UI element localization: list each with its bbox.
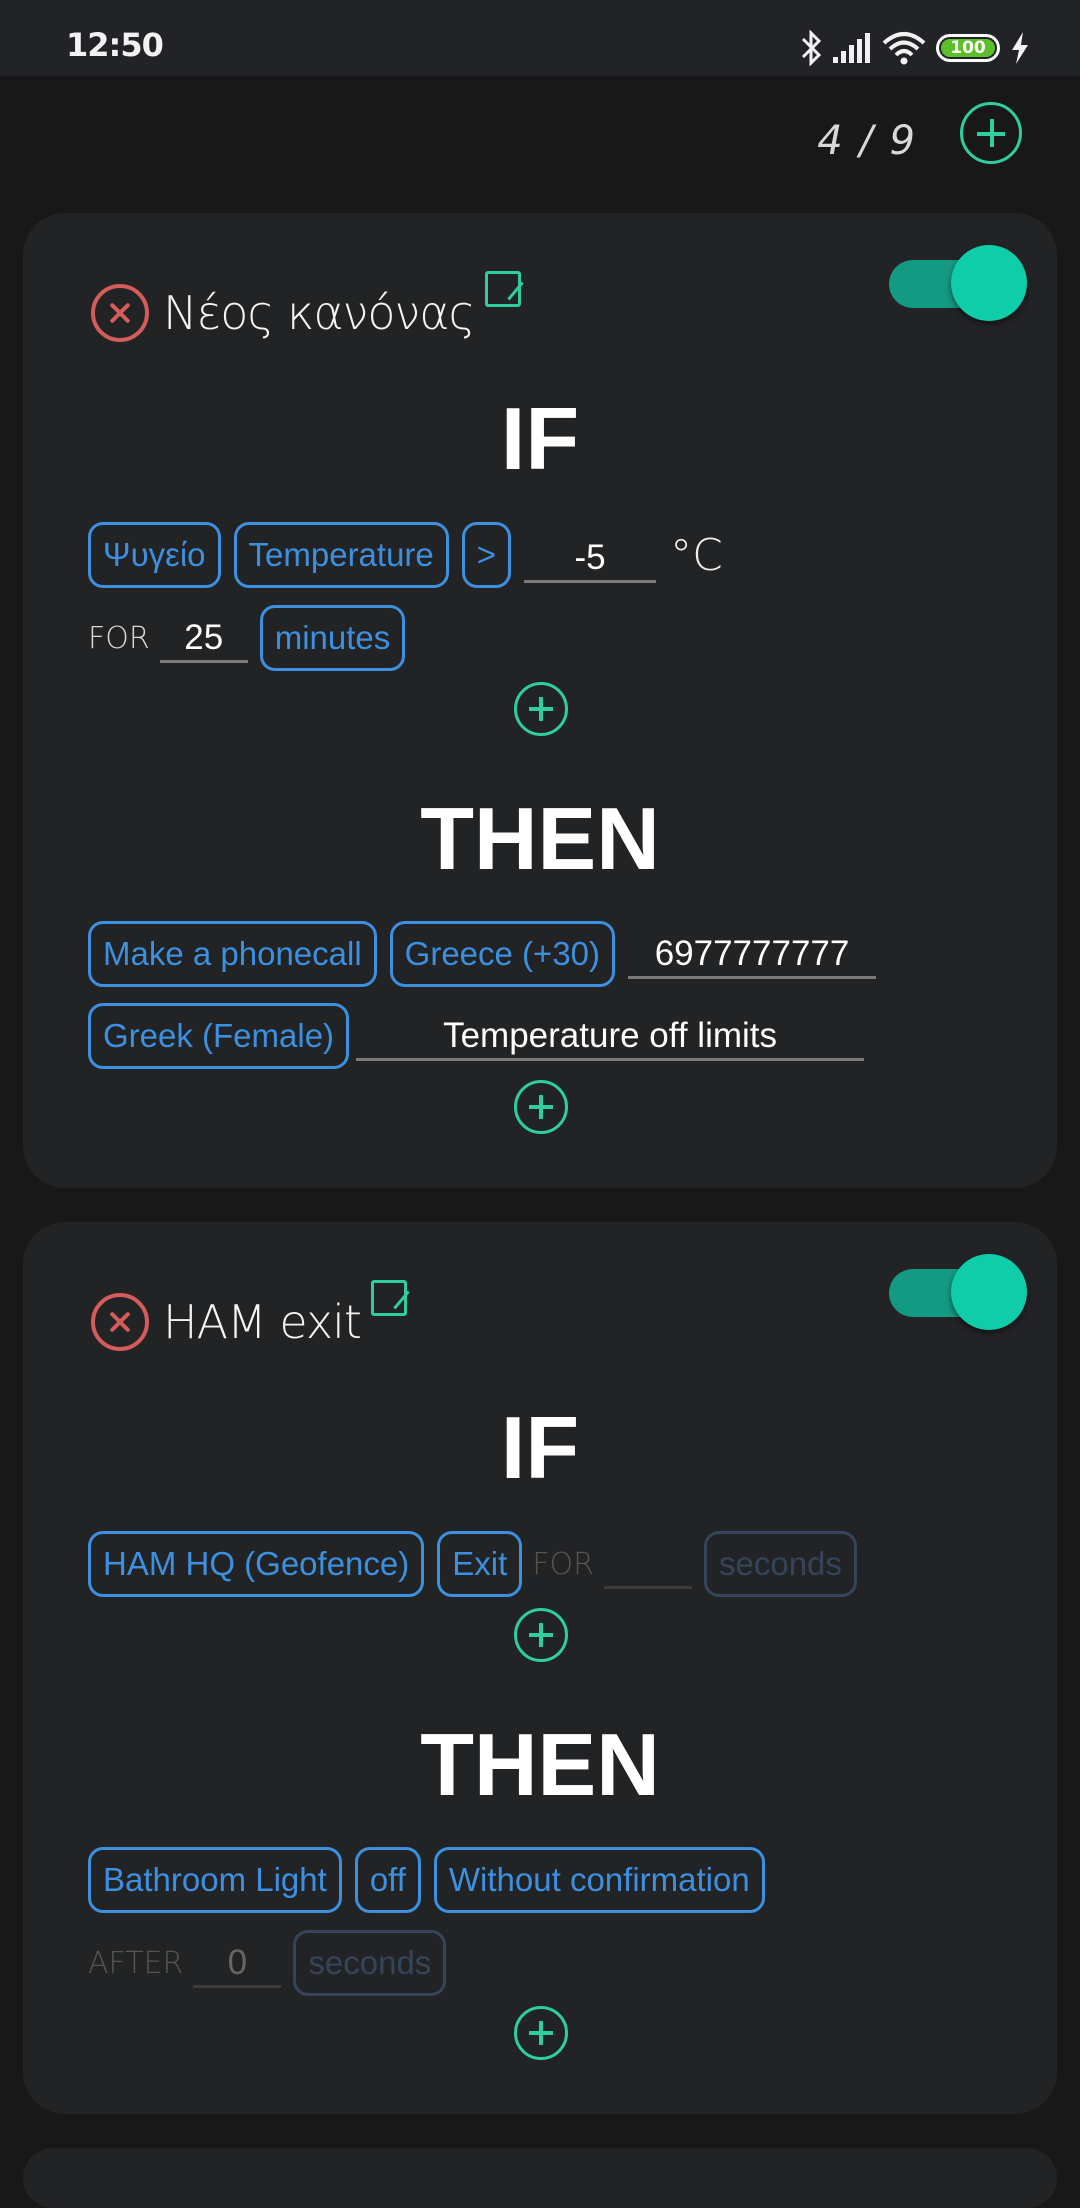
status-bar: 12:50 100 bbox=[0, 0, 1080, 76]
confirmation-chip[interactable]: Without confirmation bbox=[433, 1847, 765, 1913]
edit-icon[interactable] bbox=[370, 1280, 407, 1316]
status-time: 12:50 bbox=[66, 26, 164, 64]
rule-name: HAM exit bbox=[163, 1295, 362, 1349]
geofence-chip[interactable]: HAM HQ (Geofence) bbox=[88, 1531, 425, 1597]
rule-header: Νέος κανόνας bbox=[91, 271, 521, 353]
action-row: Bathroom Light off Without confirmation bbox=[88, 1847, 778, 1913]
attribute-chip[interactable]: Temperature bbox=[233, 522, 449, 588]
battery-level: 100 bbox=[941, 38, 995, 58]
top-bar: 4 / 9 bbox=[0, 76, 1080, 206]
delay-row: AFTER 0 seconds bbox=[88, 1930, 459, 1996]
voice-chip[interactable]: Greek (Female) bbox=[88, 1003, 350, 1069]
charging-icon bbox=[1012, 32, 1028, 64]
add-action-button[interactable] bbox=[514, 2006, 568, 2060]
rule-header: HAM exit bbox=[91, 1280, 407, 1362]
rule-name: Νέος κανόνας bbox=[163, 286, 476, 340]
state-chip[interactable]: off bbox=[354, 1847, 421, 1913]
rule-card: Νέος κανόνας IF Ψυγείο Temperature > -5 … bbox=[23, 213, 1057, 1188]
operator-chip[interactable]: > bbox=[461, 522, 512, 588]
duration-unit-chip[interactable]: minutes bbox=[259, 605, 406, 671]
add-condition-button[interactable] bbox=[514, 682, 568, 736]
rule-card: HAM exit IF HAM HQ (Geofence) Exit FOR s… bbox=[23, 1222, 1057, 2114]
action-type-chip[interactable]: Make a phonecall bbox=[88, 921, 377, 987]
rule-card-partial bbox=[23, 2148, 1057, 2208]
rule-enabled-toggle[interactable] bbox=[889, 1252, 1029, 1332]
rule-counter: 4 / 9 bbox=[817, 118, 917, 164]
battery-icon: 100 bbox=[936, 34, 1000, 62]
delay-input[interactable]: 0 bbox=[193, 1938, 282, 1988]
phone-number-input[interactable]: 6977777777 bbox=[628, 929, 877, 979]
add-rule-button[interactable] bbox=[960, 102, 1022, 164]
duration-unit-chip[interactable]: seconds bbox=[703, 1531, 857, 1597]
status-icons: 100 bbox=[800, 28, 1030, 68]
for-label: FOR bbox=[88, 620, 150, 656]
wifi-icon bbox=[882, 32, 926, 65]
message-row: Greek (Female) Temperature off limits bbox=[88, 1003, 876, 1069]
unit-label: °C bbox=[670, 529, 723, 581]
rule-enabled-toggle[interactable] bbox=[889, 243, 1029, 323]
duration-input[interactable]: 25 bbox=[159, 613, 248, 663]
toggle-thumb bbox=[951, 1254, 1027, 1330]
then-heading: THEN bbox=[420, 789, 660, 888]
then-heading: THEN bbox=[420, 1715, 660, 1814]
device-chip[interactable]: Ψυγείο bbox=[88, 522, 221, 588]
for-label: FOR bbox=[532, 1546, 594, 1582]
if-heading: IF bbox=[500, 1398, 580, 1497]
condition-row: Ψυγείο Temperature > -5 °C bbox=[88, 522, 723, 588]
duration-row: FOR 25 minutes bbox=[88, 605, 418, 671]
delete-rule-icon[interactable] bbox=[91, 284, 149, 342]
bluetooth-icon bbox=[801, 30, 822, 66]
threshold-input[interactable]: -5 bbox=[524, 533, 657, 583]
add-condition-button[interactable] bbox=[514, 1608, 568, 1662]
add-action-button[interactable] bbox=[514, 1080, 568, 1134]
action-row: Make a phonecall Greece (+30) 6977777777 bbox=[88, 921, 888, 987]
condition-row: HAM HQ (Geofence) Exit FOR seconds bbox=[88, 1531, 870, 1597]
event-chip[interactable]: Exit bbox=[437, 1531, 523, 1597]
duration-input[interactable] bbox=[603, 1539, 692, 1589]
edit-icon[interactable] bbox=[484, 271, 521, 307]
signal-icon bbox=[833, 33, 870, 63]
delete-rule-icon[interactable] bbox=[91, 1293, 149, 1351]
toggle-thumb bbox=[951, 245, 1027, 321]
country-code-chip[interactable]: Greece (+30) bbox=[389, 921, 616, 987]
after-label: AFTER bbox=[88, 1945, 184, 1981]
if-heading: IF bbox=[500, 389, 580, 488]
delay-unit-chip[interactable]: seconds bbox=[293, 1930, 447, 1996]
device-chip[interactable]: Bathroom Light bbox=[88, 1847, 342, 1913]
message-input[interactable]: Temperature off limits bbox=[356, 1011, 865, 1061]
